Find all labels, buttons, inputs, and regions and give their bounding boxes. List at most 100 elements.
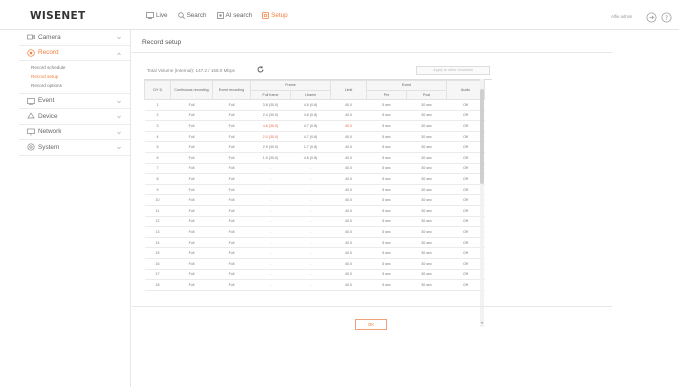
cell-post[interactable]: 30 sec [406,184,447,196]
cell-limit[interactable]: 40.0 [330,120,367,132]
cell-limit[interactable]: 40.0 [330,258,367,270]
cell-post[interactable]: 30 sec [406,269,447,281]
scrollbar-thumb[interactable] [480,89,484,184]
cell-continuous[interactable]: Full [170,141,213,153]
cell-audio[interactable]: Off [446,216,485,228]
table-row[interactable]: 8 Full Full - -40.0 5 sec 30 sec Off [144,173,485,185]
cell-post[interactable]: 30 sec [406,141,447,153]
apply-to-other-channels-button[interactable]: Apply to other channels [416,66,490,75]
cell-continuous[interactable]: Full [170,247,213,259]
cell-continuous[interactable]: Full [170,216,213,228]
table-row[interactable]: 3 Full Full 4.6 (30.0) 4.7 (0.8) 40.0 5 sec 30 … [144,120,485,132]
table-row[interactable]: 13 Full Full - -40.0 5 sec 30 sec Off [144,226,485,238]
cell-limit[interactable]: 40.0 [330,226,367,238]
help-icon[interactable]: ? [661,12,672,23]
cell-event-recording[interactable]: Full [212,237,251,249]
sidebar-item-event[interactable]: Event [19,94,130,110]
sidebar-item-system[interactable]: System [19,140,130,156]
table-row[interactable]: 2 Full Full 2.4 (30.0) 4.6 (0.8) 40.0 5 sec 30 … [144,110,485,122]
cell-post[interactable]: 30 sec [406,163,447,175]
cell-audio[interactable]: Off [446,184,485,196]
cell-audio[interactable]: Off [446,173,485,185]
cell-pre[interactable]: 5 sec [366,173,407,185]
cell-event-recording[interactable]: Full [212,163,251,175]
cell-limit[interactable]: 40.0 [330,247,367,259]
cell-post[interactable]: 30 sec [406,226,447,238]
cell-audio[interactable]: Off [446,247,485,259]
cell-pre[interactable]: 5 sec [366,269,407,281]
cell-continuous[interactable]: Full [170,163,213,175]
cell-limit[interactable]: 40.0 [330,184,367,196]
cell-continuous[interactable]: Full [170,226,213,238]
cell-post[interactable]: 30 sec [406,173,447,185]
submenu-record-options[interactable]: Record options [31,81,130,90]
refresh-icon[interactable] [257,66,264,73]
table-row[interactable]: 17 Full Full - -40.0 5 sec 30 sec Off [144,269,485,281]
cell-pre[interactable]: 5 sec [366,152,407,164]
cell-pre[interactable]: 5 sec [366,163,407,175]
cell-continuous[interactable]: Full [170,237,213,249]
table-row[interactable]: 9 Full Full - -40.0 5 sec 30 sec Off [144,184,485,196]
cell-limit[interactable]: 40.0 [330,279,367,291]
cell-event-recording[interactable]: Full [212,152,251,164]
cell-audio[interactable]: Off [446,163,485,175]
cell-audio[interactable]: Off [446,110,485,122]
cell-audio[interactable]: Off [446,131,485,143]
cell-continuous[interactable]: Full [170,258,213,270]
cell-post[interactable]: 30 sec [406,120,447,132]
cell-limit[interactable]: 40.0 [330,110,367,122]
nav-live[interactable]: Live [146,12,168,19]
cell-event-recording[interactable]: Full [212,205,251,217]
table-row[interactable]: 16 Full Full - -40.0 5 sec 30 sec Off [144,258,485,270]
cell-pre[interactable]: 5 sec [366,237,407,249]
cell-audio[interactable]: Off [446,226,485,238]
cell-pre[interactable]: 5 sec [366,99,407,111]
cell-continuous[interactable]: Full [170,152,213,164]
cell-post[interactable]: 30 sec [406,99,447,111]
cell-event-recording[interactable]: Full [212,194,251,206]
cell-continuous[interactable]: Full [170,131,213,143]
table-row[interactable]: 14 Full Full - -40.0 5 sec 30 sec Off [144,237,485,249]
cell-audio[interactable]: Off [446,152,485,164]
cell-limit[interactable]: 40.0 [330,194,367,206]
cell-post[interactable]: 30 sec [406,237,447,249]
cell-event-recording[interactable]: Full [212,141,251,153]
cell-post[interactable]: 30 sec [406,131,447,143]
cell-pre[interactable]: 5 sec [366,205,407,217]
cell-continuous[interactable]: Full [170,269,213,281]
cell-continuous[interactable]: Full [170,194,213,206]
cell-audio[interactable]: Off [446,258,485,270]
cell-post[interactable]: 30 sec [406,194,447,206]
cell-pre[interactable]: 5 sec [366,110,407,122]
cell-continuous[interactable]: Full [170,279,213,291]
cell-post[interactable]: 30 sec [406,258,447,270]
cell-pre[interactable]: 5 sec [366,184,407,196]
cell-continuous[interactable]: Full [170,184,213,196]
table-row[interactable]: 7 Full Full - -40.0 5 sec 30 sec Off [144,163,485,175]
cell-pre[interactable]: 5 sec [366,141,407,153]
table-row[interactable]: 15 Full Full - -40.0 5 sec 30 sec Off [144,247,485,259]
cell-pre[interactable]: 5 sec [366,120,407,132]
cell-continuous[interactable]: Full [170,110,213,122]
cell-audio[interactable]: Off [446,194,485,206]
cell-post[interactable]: 30 sec [406,152,447,164]
cell-pre[interactable]: 5 sec [366,226,407,238]
cell-limit[interactable]: 40.0 [330,152,367,164]
table-row[interactable]: 18 Full Full - -40.0 5 sec 30 sec Off [144,279,485,291]
cell-post[interactable]: 30 sec [406,110,447,122]
cell-limit[interactable]: 40.0 [330,131,367,143]
cell-limit[interactable]: 40.0 [330,216,367,228]
sidebar-item-device[interactable]: Device [19,109,130,125]
cell-continuous[interactable]: Full [170,205,213,217]
cell-limit[interactable]: 40.0 [330,205,367,217]
table-row[interactable]: 10 Full Full - -40.0 5 sec 30 sec Off [144,194,485,206]
cell-event-recording[interactable]: Full [212,131,251,143]
nav-search[interactable]: Search [177,12,207,19]
sidebar-item-record[interactable]: Record [19,46,130,61]
cell-limit[interactable]: 40.0 [330,237,367,249]
cell-pre[interactable]: 5 sec [366,194,407,206]
cell-audio[interactable]: Off [446,237,485,249]
cell-event-recording[interactable]: Full [212,226,251,238]
cell-post[interactable]: 30 sec [406,205,447,217]
submenu-record-schedule[interactable]: Record schedule [31,63,130,72]
